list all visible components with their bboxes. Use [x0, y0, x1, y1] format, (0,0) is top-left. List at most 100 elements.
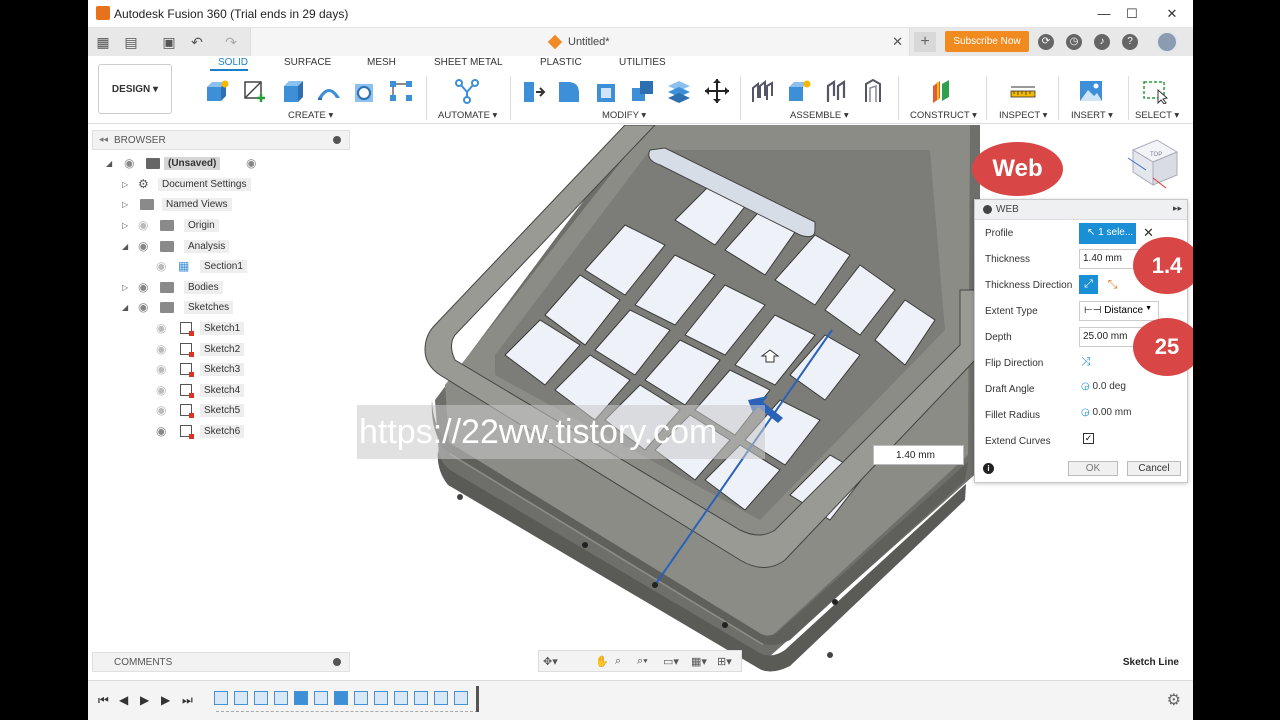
- thickness-direction-one-side-icon[interactable]: ⤡: [1103, 275, 1122, 294]
- close-tab-icon[interactable]: ✕: [892, 34, 903, 50]
- notifications-icon[interactable]: ♪: [1094, 34, 1110, 50]
- subscribe-button[interactable]: Subscribe Now: [945, 31, 1029, 52]
- collapse-arrow-icon[interactable]: ◢: [106, 159, 112, 168]
- press-pull-icon[interactable]: [520, 78, 546, 104]
- profile-select-button[interactable]: ↖ 1 sele...: [1079, 223, 1136, 244]
- automate-menu[interactable]: AUTOMATE ▾: [438, 110, 497, 121]
- modify-menu[interactable]: MODIFY ▾: [602, 110, 646, 121]
- timeline-item-pattern[interactable]: [434, 691, 448, 705]
- timeline-item-pattern[interactable]: [374, 691, 388, 705]
- timeline-previous-icon[interactable]: ◀: [119, 693, 128, 707]
- new-tab-button[interactable]: +: [914, 32, 936, 52]
- motion-link-icon[interactable]: [860, 78, 886, 104]
- thickness-dimension-input[interactable]: 1.40 mm: [873, 445, 964, 465]
- offset-plane-icon[interactable]: [930, 78, 956, 104]
- timeline-play-icon[interactable]: ▶: [140, 693, 149, 707]
- viewports-icon[interactable]: ⊞▾: [717, 655, 732, 668]
- tree-item-sketch1[interactable]: ◉ Sketch1: [152, 320, 302, 338]
- insert-image-icon[interactable]: [1078, 78, 1104, 104]
- pattern-icon[interactable]: [388, 78, 414, 104]
- extend-curves-checkbox[interactable]: ✓: [1083, 433, 1094, 444]
- tree-item-sketch6[interactable]: ◉ Sketch6: [152, 423, 302, 441]
- workspace-switcher-button[interactable]: DESIGN ▾: [98, 64, 172, 114]
- tree-item-section1[interactable]: ◉ ▦ Section1: [152, 258, 302, 276]
- create-sketch-icon[interactable]: [242, 78, 268, 104]
- close-window-button[interactable]: ✕: [1160, 4, 1184, 24]
- help-icon[interactable]: ?: [1122, 34, 1138, 50]
- cancel-button[interactable]: Cancel: [1127, 461, 1181, 476]
- visibility-eye-off-icon[interactable]: ◉: [156, 404, 172, 417]
- tree-item-root[interactable]: ◢ ◉ (Unsaved) ◉: [106, 155, 256, 173]
- visibility-eye-off-icon[interactable]: ◉: [138, 219, 154, 232]
- insert-menu[interactable]: INSERT ▾: [1071, 110, 1113, 121]
- thickness-direction-symmetric-icon[interactable]: ⤢: [1079, 275, 1098, 294]
- offset-face-icon[interactable]: [666, 78, 692, 104]
- timeline-marker[interactable]: [476, 686, 479, 712]
- extensions-icon[interactable]: ⟳: [1038, 34, 1054, 50]
- collapse-arrow-icon[interactable]: ◢: [122, 242, 128, 251]
- expand-arrow-icon[interactable]: ▷: [122, 221, 128, 230]
- flip-direction-icon[interactable]: ⤨: [1081, 354, 1091, 369]
- web-dialog-header[interactable]: WEB ▸▸: [975, 200, 1187, 220]
- tab-mesh[interactable]: MESH: [367, 57, 396, 68]
- tree-item-named-views[interactable]: ▷ Named Views: [122, 196, 272, 214]
- expand-arrow-icon[interactable]: ▷: [122, 200, 128, 209]
- select-menu[interactable]: SELECT ▾: [1135, 110, 1179, 121]
- joint-icon[interactable]: [750, 78, 776, 104]
- tree-item-analysis[interactable]: ◢ ◉ Analysis: [122, 238, 272, 256]
- assemble-menu[interactable]: ASSEMBLE ▾: [790, 110, 849, 121]
- tab-surface[interactable]: SURFACE: [284, 57, 331, 68]
- gear-icon[interactable]: ⚙: [1167, 690, 1181, 710]
- visibility-eye-icon[interactable]: ◉: [138, 281, 154, 294]
- info-icon[interactable]: i: [983, 463, 994, 474]
- visibility-eye-off-icon[interactable]: ◉: [156, 363, 172, 376]
- grid-settings-icon[interactable]: ▦▾: [691, 655, 707, 668]
- browser-pin-icon[interactable]: [333, 136, 341, 144]
- revolve-icon[interactable]: [316, 78, 342, 104]
- create-menu[interactable]: CREATE ▾: [288, 110, 333, 121]
- combine-icon[interactable]: [630, 78, 656, 104]
- tree-item-bodies[interactable]: ▷ ◉ Bodies: [122, 279, 272, 297]
- redo-icon[interactable]: ↷: [222, 33, 240, 51]
- visibility-eye-icon[interactable]: ◉: [138, 301, 154, 314]
- new-component-icon[interactable]: [204, 78, 230, 104]
- extrude-icon[interactable]: [280, 78, 306, 104]
- orbit-icon[interactable]: ✥▾: [543, 655, 558, 668]
- new-component-assemble-icon[interactable]: [786, 78, 812, 104]
- visibility-eye-icon[interactable]: ◉: [124, 157, 140, 170]
- fit-icon[interactable]: ⌕▾: [637, 655, 648, 668]
- browser-collapse-icon[interactable]: ◂◂: [99, 134, 108, 145]
- timeline-first-icon[interactable]: ⏮: [98, 693, 109, 708]
- job-status-icon[interactable]: ◷: [1066, 34, 1082, 50]
- tree-item-sketch3[interactable]: ◉ Sketch3: [152, 361, 302, 379]
- pan-icon[interactable]: ✋: [595, 655, 609, 668]
- document-tab[interactable]: Untitled* ✕: [250, 28, 910, 56]
- undo-icon[interactable]: ↶: [188, 33, 206, 51]
- inspect-menu[interactable]: INSPECT ▾: [999, 110, 1047, 121]
- timeline-item-revolve[interactable]: [254, 691, 268, 705]
- dialog-collapse-icon[interactable]: [983, 205, 992, 214]
- file-menu-icon[interactable]: ▤: [122, 33, 140, 51]
- collapse-arrow-icon[interactable]: ◢: [122, 303, 128, 312]
- tree-item-sketches[interactable]: ◢ ◉ Sketches: [122, 299, 272, 317]
- comments-add-icon[interactable]: [333, 658, 341, 666]
- timeline-item-pattern[interactable]: [394, 691, 408, 705]
- select-icon[interactable]: [1142, 78, 1168, 104]
- tab-plastic[interactable]: PLASTIC: [540, 57, 582, 68]
- tree-item-sketch2[interactable]: ◉ Sketch2: [152, 341, 302, 359]
- hole-icon[interactable]: [352, 78, 378, 104]
- timeline-last-icon[interactable]: ⏭: [182, 693, 193, 708]
- extent-type-select[interactable]: ⊢⊣ Distance ▼: [1079, 301, 1159, 321]
- tree-item-sketch5[interactable]: ◉ Sketch5: [152, 402, 302, 420]
- timeline-item-sketch[interactable]: [234, 691, 248, 705]
- avatar[interactable]: [1156, 31, 1178, 53]
- draft-angle-field[interactable]: ◶ 0.0 deg: [1081, 381, 1126, 392]
- app-grid-icon[interactable]: ▦: [94, 33, 112, 51]
- fillet-radius-field[interactable]: ◶ 0.00 mm: [1081, 407, 1131, 418]
- tab-utilities[interactable]: UTILITIES: [619, 57, 666, 68]
- activate-radio-icon[interactable]: ◉: [246, 157, 262, 170]
- maximize-button[interactable]: ☐: [1120, 4, 1144, 24]
- minimize-button[interactable]: —: [1092, 4, 1116, 24]
- visibility-eye-off-icon[interactable]: ◉: [156, 322, 172, 335]
- timeline-item-extrude[interactable]: [334, 691, 348, 705]
